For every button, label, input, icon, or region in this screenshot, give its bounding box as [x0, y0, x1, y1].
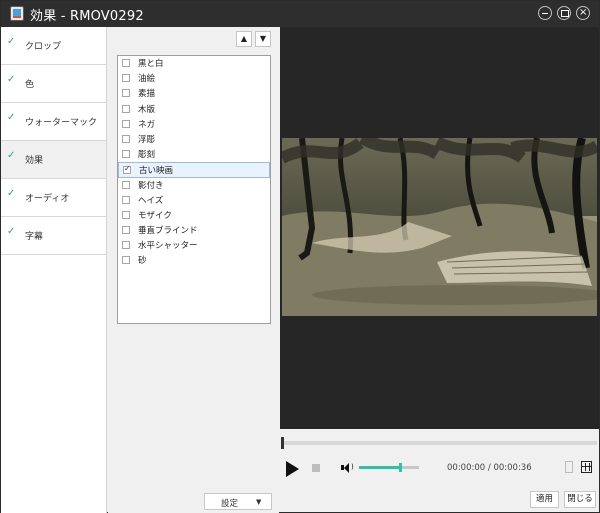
- effect-label: 黒と白: [138, 59, 164, 69]
- sidebar-item-color[interactable]: ✓ 色: [1, 65, 106, 103]
- volume-level: [359, 466, 400, 469]
- effect-item-vertical-blinds[interactable]: 垂直ブラインド: [118, 223, 270, 238]
- checkbox[interactable]: [122, 226, 130, 235]
- effect-window: 効果 - RMOV0292 × ✓ クロップ ✓ 色 ✓ ウォーターマック ✓ …: [0, 0, 600, 513]
- effect-item-emboss[interactable]: 浮彫: [118, 132, 270, 147]
- effect-item-haze[interactable]: ヘイズ: [118, 193, 270, 208]
- play-icon[interactable]: [286, 461, 299, 477]
- apply-button[interactable]: 適用: [530, 491, 559, 508]
- sidebar-item-audio[interactable]: ✓ オーディオ: [1, 179, 106, 217]
- effect-label: ネガ: [138, 119, 156, 130]
- checkbox[interactable]: [122, 134, 130, 143]
- app-icon: [10, 6, 24, 21]
- close-icon: ×: [579, 7, 588, 18]
- effect-label: 油絵: [138, 74, 156, 85]
- sidebar-item-watermark[interactable]: ✓ ウォーターマック: [1, 103, 106, 141]
- effect-item-horizontal-shutter[interactable]: 水平シャッター: [118, 238, 270, 253]
- checkbox[interactable]: [122, 150, 130, 159]
- sidebar-item-effects[interactable]: ✓ 効果: [1, 141, 106, 179]
- effect-item-sand[interactable]: 砂: [118, 253, 270, 268]
- effect-label: 素描: [138, 89, 156, 100]
- timeline-track[interactable]: [282, 441, 597, 445]
- volume-slider[interactable]: [359, 466, 419, 469]
- effect-label: 水平シャッター: [138, 241, 198, 252]
- effect-label: 砂: [138, 256, 147, 267]
- minimize-button[interactable]: [538, 6, 552, 20]
- checkbox[interactable]: [122, 210, 130, 219]
- effect-item-oil-painting[interactable]: 油絵: [118, 71, 270, 86]
- effect-label: ヘイズ: [138, 195, 164, 206]
- effect-item-negative[interactable]: ネガ: [118, 117, 270, 132]
- effect-label: 木版: [138, 104, 156, 115]
- check-icon: ✓: [7, 188, 16, 199]
- effect-label: 垂直ブラインド: [138, 226, 198, 237]
- sidebar-item-crop[interactable]: ✓ クロップ: [1, 27, 106, 65]
- checkbox[interactable]: [123, 164, 131, 175]
- volume-wave-icon: ): [351, 463, 354, 471]
- checkbox[interactable]: [122, 59, 130, 67]
- window-title: 効果 - RMOV0292: [30, 9, 144, 24]
- sidebar-item-label: 字幕: [25, 232, 44, 242]
- checkbox[interactable]: [122, 104, 130, 113]
- settings-label: 設定: [221, 499, 239, 509]
- check-icon: ✓: [7, 112, 16, 123]
- effect-list-panel: ▲ ▼ 黒と白 油絵 素描 木版 ネガ 浮彫 彫刻 古い映画 影付き ヘイズ モ…: [108, 27, 279, 513]
- checkbox[interactable]: [122, 241, 130, 250]
- video-frame: [282, 138, 597, 316]
- sidebar-item-label: クロップ: [25, 42, 62, 52]
- effect-item-sketch[interactable]: 素描: [118, 86, 270, 101]
- maximize-button[interactable]: [557, 6, 571, 20]
- effect-label: 浮彫: [138, 134, 156, 145]
- move-down-button[interactable]: ▼: [255, 31, 271, 47]
- checkbox[interactable]: [122, 180, 130, 189]
- checkbox[interactable]: [122, 74, 130, 83]
- check-icon: ✓: [7, 36, 16, 47]
- sidebar-item-label: オーディオ: [25, 194, 70, 204]
- video-preview: [280, 27, 599, 429]
- sidebar-item-label: 色: [25, 80, 35, 90]
- close-window-button[interactable]: ×: [576, 6, 590, 20]
- effect-item-woodcut[interactable]: 木版: [118, 102, 270, 117]
- effect-item-engrave[interactable]: 彫刻: [118, 147, 270, 162]
- checkbox[interactable]: [122, 89, 130, 98]
- stop-icon[interactable]: [312, 464, 320, 472]
- check-icon: ✓: [7, 74, 16, 85]
- checkbox[interactable]: [122, 256, 130, 265]
- effect-label: 影付き: [138, 180, 164, 191]
- move-up-button[interactable]: ▲: [236, 31, 252, 47]
- checkbox[interactable]: [122, 119, 130, 128]
- volume-slider-handle[interactable]: [399, 463, 402, 472]
- effect-label: 彫刻: [138, 150, 156, 161]
- effect-category-sidebar: ✓ クロップ ✓ 色 ✓ ウォーターマック ✓ 効果 ✓ オーディオ ✓ 字幕: [1, 27, 107, 513]
- checkbox[interactable]: [122, 195, 130, 204]
- effect-list: 黒と白 油絵 素描 木版 ネガ 浮彫 彫刻 古い映画 影付き ヘイズ モザイク …: [117, 55, 271, 324]
- effect-item-old-movie[interactable]: 古い映画: [118, 162, 270, 178]
- playback-time: 00:00:00 / 00:00:36: [447, 463, 532, 473]
- title-bar[interactable]: 効果 - RMOV0292 ×: [1, 1, 599, 27]
- effect-item-shadow[interactable]: 影付き: [118, 178, 270, 193]
- effect-label: 古い映画: [139, 166, 174, 177]
- sidebar-item-label: ウォーターマック: [25, 118, 98, 128]
- snapshot-icon[interactable]: [565, 461, 573, 473]
- chevron-down-icon: ▼: [256, 498, 262, 506]
- settings-dropdown-button[interactable]: 設定 ▼: [204, 493, 272, 510]
- sidebar-item-subtitles[interactable]: ✓ 字幕: [1, 217, 106, 255]
- old-movie-preview-image: [282, 138, 597, 316]
- check-icon: ✓: [7, 226, 16, 237]
- effect-item-black-white[interactable]: 黒と白: [118, 56, 270, 71]
- check-icon: ✓: [7, 150, 16, 161]
- timeline-playhead[interactable]: [281, 437, 284, 449]
- film-icon[interactable]: [581, 461, 592, 473]
- sidebar-item-label: 効果: [25, 156, 44, 166]
- effect-item-mosaic[interactable]: モザイク: [118, 208, 270, 223]
- close-button[interactable]: 閉じる: [564, 491, 596, 508]
- effect-label: モザイク: [138, 210, 172, 221]
